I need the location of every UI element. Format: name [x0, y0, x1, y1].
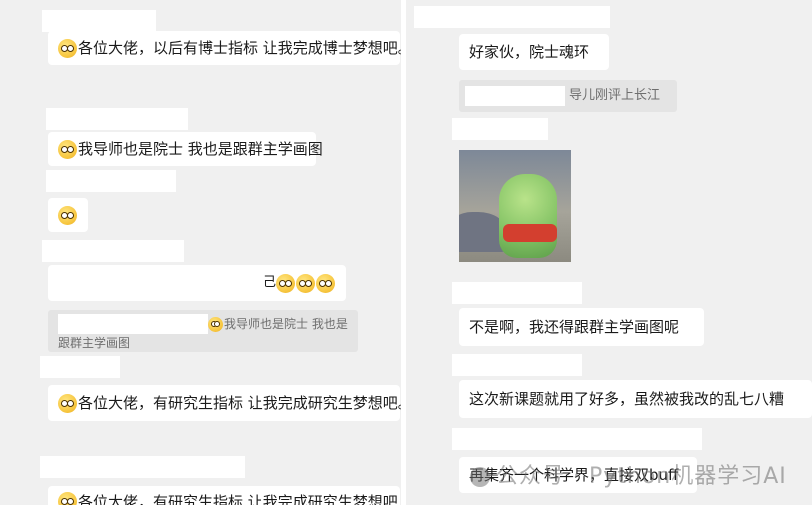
- chat-bubble[interactable]: 这次新课题就用了好多，虽然被我改的乱七八糟: [459, 380, 812, 418]
- quoted-sender-name: [465, 86, 565, 106]
- frog-shirt: [503, 224, 557, 242]
- wechat-icon: [470, 467, 490, 487]
- left-chat-panel: 各位大佬，以后有博士指标 让我完成博士梦想吧。 我导师也是院士 我也是跟群主学画…: [0, 0, 401, 505]
- message-text: 各位大佬，以后有博士指标 让我完成博士梦想吧。: [78, 39, 401, 57]
- smile-emoji: [58, 492, 77, 505]
- quote-text: 导儿刚评上长江: [569, 88, 661, 103]
- sender-name: [42, 240, 184, 262]
- chat-bubble[interactable]: 己: [48, 265, 346, 301]
- smile-emoji: [58, 38, 77, 58]
- chat-bubble[interactable]: 不是啊，我还得跟群主学画图呢: [459, 308, 704, 346]
- watermark: 公众号 · Python机器学习AI: [470, 458, 787, 490]
- quoted-message[interactable]: 我导师也是院士 我也是 跟群主学画图: [48, 310, 358, 352]
- sender-name: [40, 456, 245, 478]
- sender-name: [414, 6, 610, 28]
- sender-name: [46, 170, 176, 192]
- quoted-message[interactable]: 导儿刚评上长江: [459, 80, 677, 112]
- chat-bubble[interactable]: 各位大佬，以后有博士指标 让我完成博士梦想吧。: [48, 31, 401, 65]
- right-chat-panel: 好家伙，院士魂环 导儿刚评上长江 不是啊，我还得跟群主学画图呢 这次新课题就用了…: [406, 0, 812, 505]
- chat-bubble[interactable]: 各位大佬，有研究生指标 让我完成研究生梦想吧。: [48, 385, 401, 421]
- sender-name: [452, 428, 702, 450]
- quote-text-line2: 跟群主学画图: [58, 336, 131, 350]
- frog-figure: [499, 174, 557, 258]
- message-text: 我导师也是院士 我也是跟群主学画图: [78, 140, 323, 158]
- chat-bubble[interactable]: 我导师也是院士 我也是跟群主学画图: [48, 132, 323, 166]
- message-text: 各位大佬，有研究生指标 让我完成研究生梦想吧: [78, 493, 398, 505]
- smile-emoji: [58, 393, 77, 413]
- quote-text-line1: 我导师也是院士 我也是: [224, 317, 348, 331]
- surprised-emoji: [58, 205, 77, 225]
- sender-name: [452, 282, 582, 304]
- smile-emoji: [296, 273, 315, 293]
- smile-emoji: [316, 273, 335, 293]
- sender-name: [452, 118, 548, 140]
- quoted-sender-name: [58, 314, 208, 334]
- chat-bubble[interactable]: 好家伙，院士魂环: [459, 34, 609, 70]
- sender-name: [40, 356, 120, 378]
- message-text: 己: [262, 275, 276, 290]
- sender-name: [46, 108, 188, 130]
- sender-name: [42, 10, 156, 32]
- message-text: 好家伙，院士魂环: [469, 43, 590, 61]
- laugh-cry-emoji: [58, 139, 77, 159]
- watermark-text: 公众号 · Python机器学习AI: [496, 464, 787, 489]
- laugh-cry-emoji: [208, 316, 223, 332]
- sender-name: [452, 354, 582, 376]
- chat-bubble[interactable]: 各位大佬，有研究生指标 让我完成研究生梦想吧: [48, 486, 400, 505]
- frog-sticker[interactable]: [459, 150, 571, 262]
- chat-bubble[interactable]: [48, 198, 88, 232]
- message-text: 这次新课题就用了好多，虽然被我改的乱七八糟: [469, 390, 785, 408]
- smile-emoji: [276, 273, 295, 293]
- message-text: 各位大佬，有研究生指标 让我完成研究生梦想吧。: [78, 394, 401, 412]
- message-text: 不是啊，我还得跟群主学画图呢: [469, 318, 680, 336]
